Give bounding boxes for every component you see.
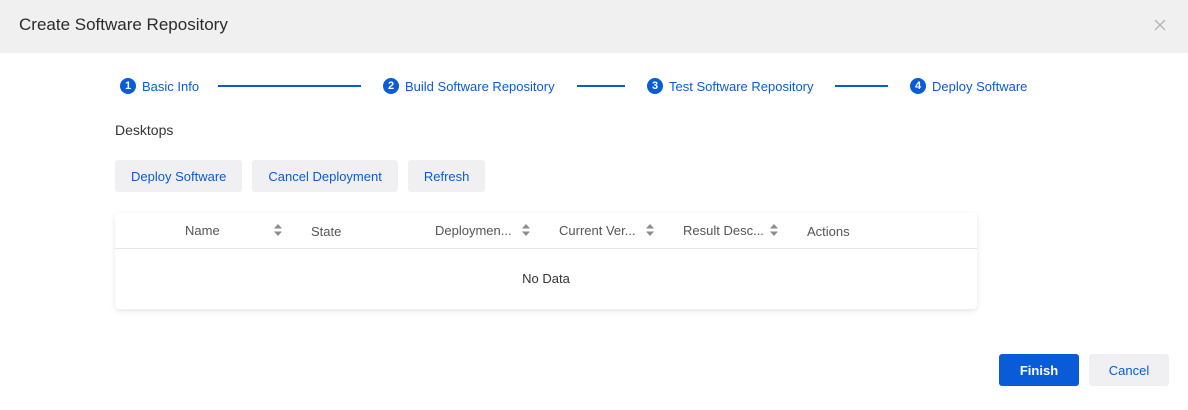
step-connector: [218, 85, 361, 87]
sort-icon[interactable]: [645, 223, 655, 237]
step-label: Build Software Repository: [405, 78, 555, 94]
step-label: Basic Info: [142, 78, 200, 94]
column-header-name[interactable]: Name: [185, 223, 220, 238]
sort-icon[interactable]: [521, 223, 531, 237]
deploy-software-button[interactable]: Deploy Software: [115, 160, 243, 192]
step-build-software-repository[interactable]: 2 Build Software Repository: [383, 77, 555, 95]
toolbar: Deploy Software Cancel Deployment Refres…: [115, 160, 486, 192]
table-header: Name State Deploymen... Current Ver... R…: [115, 213, 977, 249]
column-header-result-description[interactable]: Result Desc...: [683, 223, 764, 238]
step-label: Test Software Repository: [669, 78, 814, 94]
column-header-state: State: [311, 224, 342, 239]
finish-button[interactable]: Finish: [999, 354, 1079, 386]
stepper: 1 Basic Info 2 Build Software Repository…: [0, 0, 1188, 110]
column-header-deployment[interactable]: Deploymen...: [435, 223, 512, 238]
step-number: 1: [120, 78, 136, 94]
cancel-deployment-button[interactable]: Cancel Deployment: [252, 160, 398, 192]
sort-icon[interactable]: [769, 223, 779, 237]
step-number: 2: [383, 78, 399, 94]
step-test-software-repository[interactable]: 3 Test Software Repository: [647, 77, 814, 95]
step-basic-info[interactable]: 1 Basic Info: [120, 77, 199, 95]
step-connector: [835, 85, 888, 87]
step-number: 3: [647, 78, 663, 94]
step-deploy-software[interactable]: 4 Deploy Software: [910, 77, 1027, 95]
step-label: Deploy Software: [932, 78, 1028, 94]
desktops-table: Name State Deploymen... Current Ver... R…: [115, 213, 977, 309]
refresh-button[interactable]: Refresh: [407, 160, 486, 192]
cancel-button[interactable]: Cancel: [1089, 354, 1169, 386]
sort-icon[interactable]: [273, 223, 283, 237]
step-connector: [577, 85, 625, 87]
empty-state-text: No Data: [522, 271, 570, 286]
section-title: Desktops: [115, 122, 174, 138]
column-header-current-version[interactable]: Current Ver...: [559, 223, 636, 238]
column-header-actions: Actions: [807, 224, 850, 239]
step-number: 4: [910, 78, 926, 94]
